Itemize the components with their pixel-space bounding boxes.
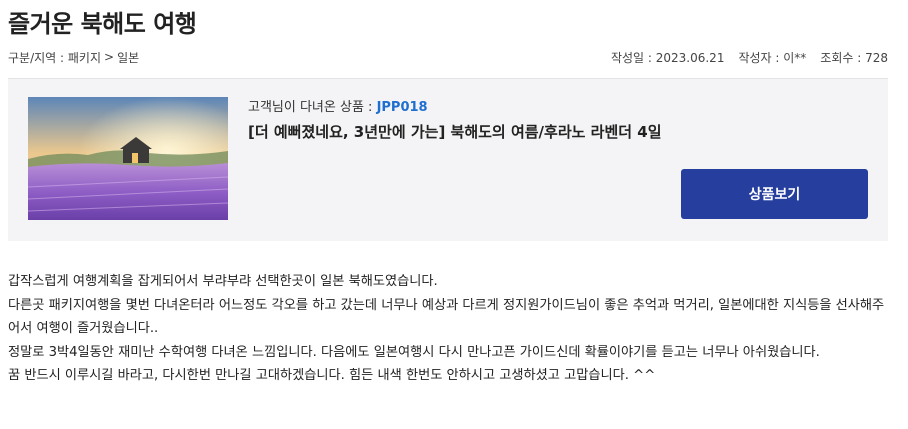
- breadcrumb: 구분/지역 : 패키지 > 일본: [8, 49, 139, 66]
- product-code[interactable]: JPP018: [377, 100, 428, 115]
- category-label: 구분/지역 : 패키지: [8, 50, 101, 65]
- review-paragraph: 갑작스럽게 여행계획을 잡게되어서 부랴부랴 선택한곳이 일본 북해도였습니다.: [8, 274, 438, 289]
- product-name[interactable]: [더 예뻐졌네요, 3년만에 가는] 북해도의 여름/후라노 라벤더 4일: [248, 121, 662, 142]
- region-label: 일본: [117, 50, 140, 65]
- visited-product-label: 고객님이 다녀온 상품 :: [248, 100, 377, 115]
- review-paragraph: 꿈 반드시 이루시길 바라고, 다시한번 만나길 고대하겠습니다. 힘든 내색 …: [8, 368, 656, 383]
- post-date: 작성일 : 2023.06.21: [610, 50, 725, 65]
- view-product-button[interactable]: 상품보기: [681, 169, 868, 219]
- view-count: 조회수 : 728: [820, 50, 888, 65]
- page-title: 즐거운 북해도 여행: [8, 10, 197, 38]
- product-sub-label: 고객님이 다녀온 상품 : JPP018: [248, 96, 428, 115]
- post-stats: 작성일 : 2023.06.21 작성자 : 이** 조회수 : 728: [611, 49, 888, 66]
- product-thumbnail[interactable]: [28, 97, 228, 220]
- post-author: 작성자 : 이**: [738, 50, 807, 65]
- lavender-field-image: [28, 97, 228, 220]
- post-meta-bar: 구분/지역 : 패키지 > 일본 작성일 : 2023.06.21 작성자 : …: [8, 48, 888, 66]
- product-card: 고객님이 다녀온 상품 : JPP018 [더 예뻐졌네요, 3년만에 가는] …: [8, 78, 888, 241]
- review-paragraph: 다른곳 패키지여행을 몇번 다녀온터라 어느정도 각오를 하고 갔는데 너무나 …: [8, 297, 885, 337]
- chevron-right-icon: >: [104, 50, 115, 64]
- review-body: 갑작스럽게 여행계획을 잡게되어서 부랴부랴 선택한곳이 일본 북해도였습니다.…: [8, 270, 893, 388]
- review-paragraph: 정말로 3박4일동안 재미난 수학여행 다녀온 느낌입니다. 다음에도 일본여행…: [8, 344, 820, 360]
